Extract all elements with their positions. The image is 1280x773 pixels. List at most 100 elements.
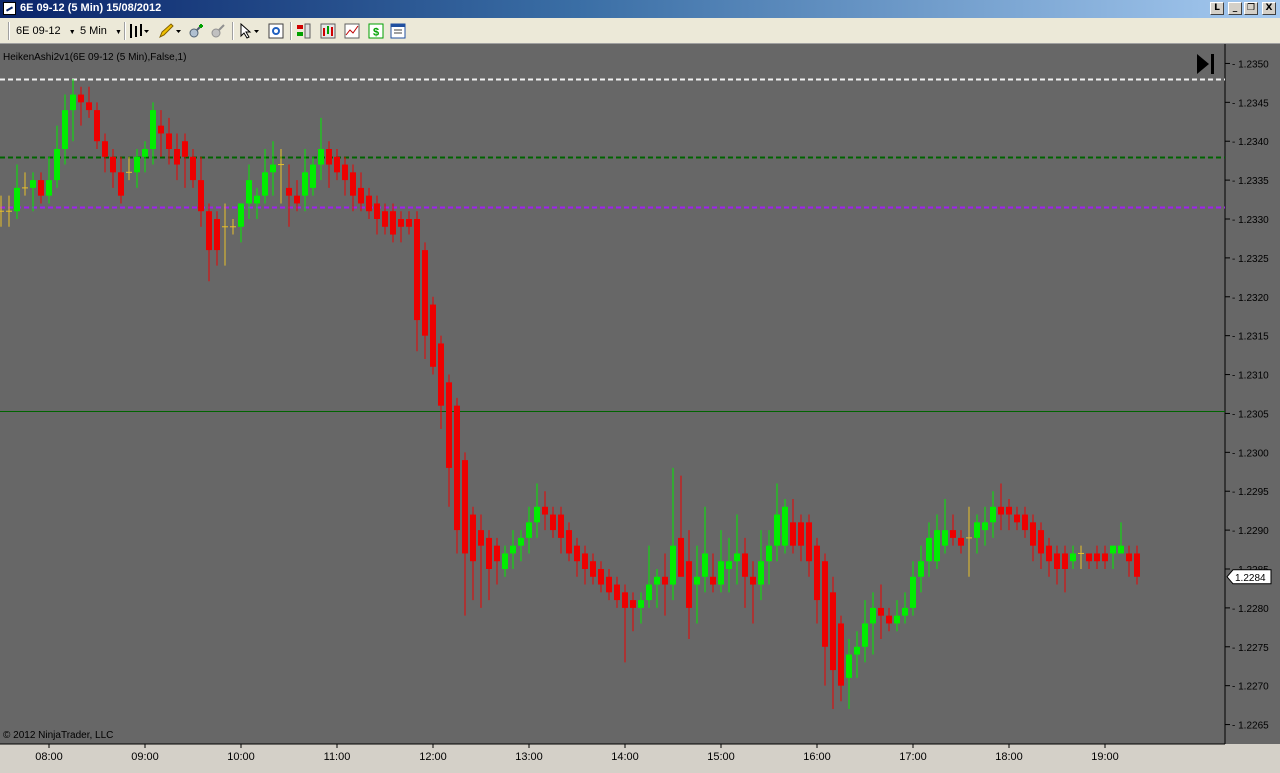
time-tick-label: 12:00 [419, 751, 447, 763]
bar-type-icon[interactable] [128, 23, 150, 39]
candle-body [174, 149, 180, 165]
chart-background [0, 44, 1280, 768]
candle-body [182, 141, 188, 157]
candle-body [846, 654, 852, 678]
chart-panel[interactable]: - 1.2350 - 1.2345 - 1.2340 - 1.2335 - 1.2330… [0, 44, 1280, 768]
candle-body [734, 553, 740, 562]
candle-body [566, 530, 572, 554]
candle-body [830, 592, 836, 671]
candle-body [622, 592, 628, 608]
price-tick-label: - 1.2330 [1232, 215, 1269, 226]
candle-body [718, 561, 724, 585]
candle-body [878, 607, 884, 616]
candle-body [166, 133, 172, 149]
indicator-label: HeikenAshi2v1(6E 09-12 (5 Min),False,1) [3, 52, 186, 63]
candle-body [38, 180, 44, 196]
instrument-selector[interactable]: 6E 09-12 ▼ [16, 22, 76, 40]
interval-label: 5 Min [80, 25, 107, 37]
candle-body [950, 530, 956, 538]
price-chart[interactable]: - 1.2350 - 1.2345 - 1.2340 - 1.2335 - 1.2330… [0, 44, 1280, 768]
candle-body [854, 646, 860, 655]
candle-body [206, 211, 212, 251]
candle-body [798, 522, 804, 546]
candle-body [694, 576, 700, 585]
candle-body [478, 530, 484, 546]
close-button[interactable]: X [1262, 2, 1276, 15]
price-tick-label: - 1.2315 [1232, 332, 1269, 343]
help-window-button[interactable]: L [1210, 2, 1224, 15]
candle-body [470, 514, 476, 562]
candle-body [998, 506, 1004, 515]
candle-body [894, 615, 900, 624]
candle-body [662, 576, 668, 585]
time-tick-label: 18:00 [995, 751, 1023, 763]
candle-body [46, 180, 52, 196]
price-tick-label: - 1.2305 [1232, 409, 1269, 420]
candle-body [14, 187, 20, 212]
toolbar-separator [124, 22, 126, 40]
strategies-icon[interactable] [320, 23, 336, 39]
chart-trader-icon[interactable] [296, 23, 312, 39]
candle-body [518, 537, 524, 546]
price-tick-label: - 1.2295 [1232, 487, 1269, 498]
zoom-out-icon[interactable] [210, 23, 226, 39]
candle-body [262, 172, 268, 196]
candle-body [118, 172, 124, 196]
candle-body [342, 164, 348, 181]
candle-body [974, 522, 980, 538]
restore-button[interactable]: ❐ [1244, 2, 1258, 15]
candle-body [1118, 545, 1124, 554]
window-title: 6E 09-12 (5 Min) 15/08/2012 [20, 2, 162, 14]
candle-body [150, 110, 156, 149]
candle-body [838, 623, 844, 686]
time-tick-label: 13:00 [515, 751, 543, 763]
price-tick-label: - 1.2320 [1232, 293, 1269, 304]
window-titlebar[interactable]: 6E 09-12 (5 Min) 15/08/2012 L _ ❐ X [0, 0, 1280, 18]
zoom-in-icon[interactable] [188, 23, 204, 39]
candle-body [526, 522, 532, 538]
price-axis-panel[interactable] [1225, 44, 1280, 744]
candle-body [350, 172, 356, 196]
price-tick-label: - 1.2270 [1232, 682, 1269, 693]
candle-body [302, 172, 308, 196]
candle-body [774, 514, 780, 546]
time-axis-panel[interactable] [0, 744, 1280, 768]
candle-body [406, 219, 412, 227]
candle-body [430, 304, 436, 367]
candle-body [958, 537, 964, 546]
data-box-icon[interactable] [390, 23, 406, 39]
candle-body [1054, 553, 1060, 569]
candle-body [1134, 553, 1140, 577]
minimize-button[interactable]: _ [1228, 2, 1242, 15]
svg-text:$: $ [373, 27, 379, 39]
candle-body [390, 211, 396, 235]
candle [782, 499, 788, 554]
properties-icon[interactable] [268, 23, 284, 39]
candle-body [1070, 553, 1076, 562]
candle-body [318, 149, 324, 165]
candle-body [550, 514, 556, 531]
drawing-pencil-icon[interactable] [158, 23, 182, 39]
interval-selector[interactable]: 5 Min ▼ [80, 22, 122, 40]
chevron-down-icon: ▼ [114, 29, 122, 36]
cursor-icon[interactable] [238, 23, 262, 39]
price-tick-label: - 1.2275 [1232, 643, 1269, 654]
instrument-label: 6E 09-12 [16, 25, 61, 37]
candle-body [630, 600, 636, 608]
candle-body [910, 576, 916, 608]
price-tick-label: - 1.2300 [1232, 448, 1269, 459]
candle-body [1038, 530, 1044, 554]
indicators-icon[interactable] [344, 23, 360, 39]
candle-body [494, 545, 500, 562]
chart-app-icon [3, 2, 16, 15]
dollar-icon[interactable]: $ [368, 23, 384, 39]
candle-body [158, 125, 164, 134]
candle-body [1126, 553, 1132, 562]
candle-body [1094, 553, 1100, 562]
candle-body [30, 180, 36, 188]
candle-body [710, 576, 716, 585]
time-tick-label: 15:00 [707, 751, 735, 763]
candle-body [54, 149, 60, 181]
candle-body [1030, 522, 1036, 546]
candle-body [862, 623, 868, 647]
